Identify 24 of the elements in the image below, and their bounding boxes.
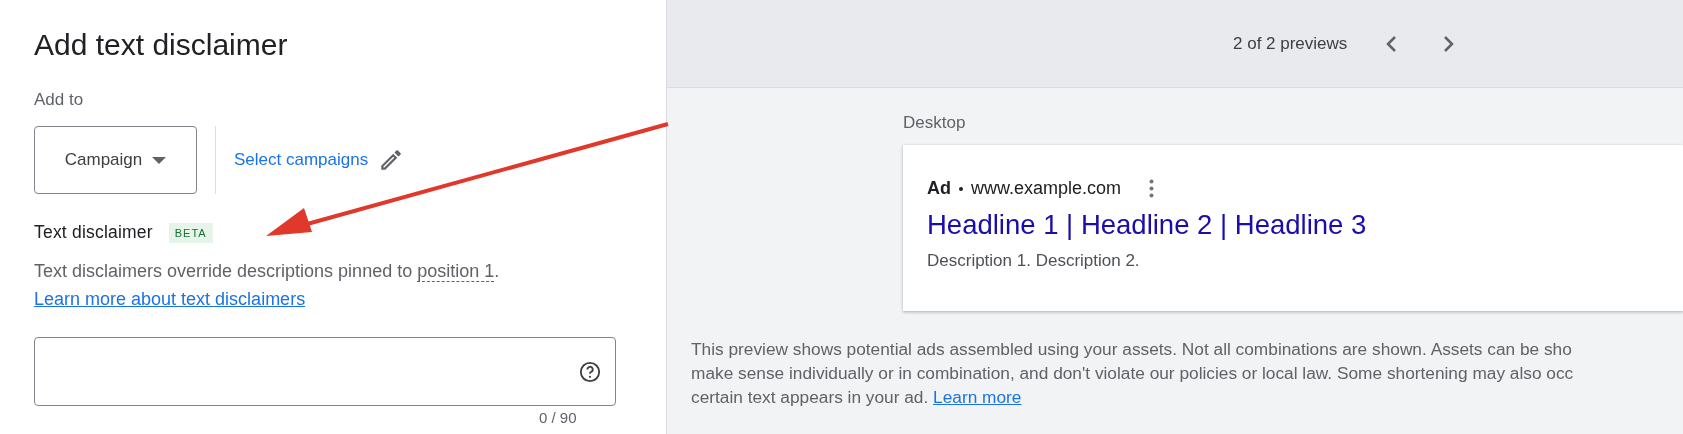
disclaimer-description: Text disclaimers override descriptions pinned to position 1. bbox=[34, 260, 501, 284]
help-icon[interactable] bbox=[579, 360, 601, 383]
panel-title: Add text disclaimer bbox=[34, 28, 289, 63]
chevron-left-icon bbox=[1385, 34, 1398, 53]
learn-more-link[interactable]: Learn more bbox=[933, 387, 1022, 407]
more-options-icon[interactable] bbox=[1149, 179, 1155, 198]
ad-label: Ad bbox=[927, 178, 951, 199]
level-dropdown[interactable]: Campaign bbox=[34, 126, 197, 194]
ad-description: Description 1. Description 2. bbox=[927, 251, 1141, 271]
learn-more-link[interactable]: Learn more about text disclaimers bbox=[34, 285, 306, 313]
field-label: Add to bbox=[34, 90, 85, 110]
disclaimer-input[interactable] bbox=[34, 337, 616, 406]
ad-url: www.example.com bbox=[971, 178, 1122, 199]
preview-notice: This preview shows potential ads assembled using your assets. Not all combinations are shown. Assets can be sho make sense individually or in combination, and don't violate our policies or local law. Some shortening may also occ certain text appears in your ad. Learn more bbox=[691, 338, 1575, 409]
preview-counter: 2 of 2 previews bbox=[1233, 33, 1348, 54]
beta-badge: BETA bbox=[168, 222, 213, 243]
dot-separator-icon bbox=[959, 186, 963, 191]
chevron-right-icon bbox=[1443, 34, 1456, 53]
device-label: Desktop bbox=[903, 113, 967, 133]
section-title: Text disclaimer bbox=[34, 222, 153, 243]
character-counter: 0 / 90 bbox=[539, 409, 577, 426]
ad-headline[interactable]: Headline 1 | Headline 2 | Headline 3 bbox=[927, 209, 1683, 241]
caret-icon bbox=[152, 156, 167, 164]
select-campaigns-link[interactable]: Select campaigns bbox=[234, 150, 369, 170]
